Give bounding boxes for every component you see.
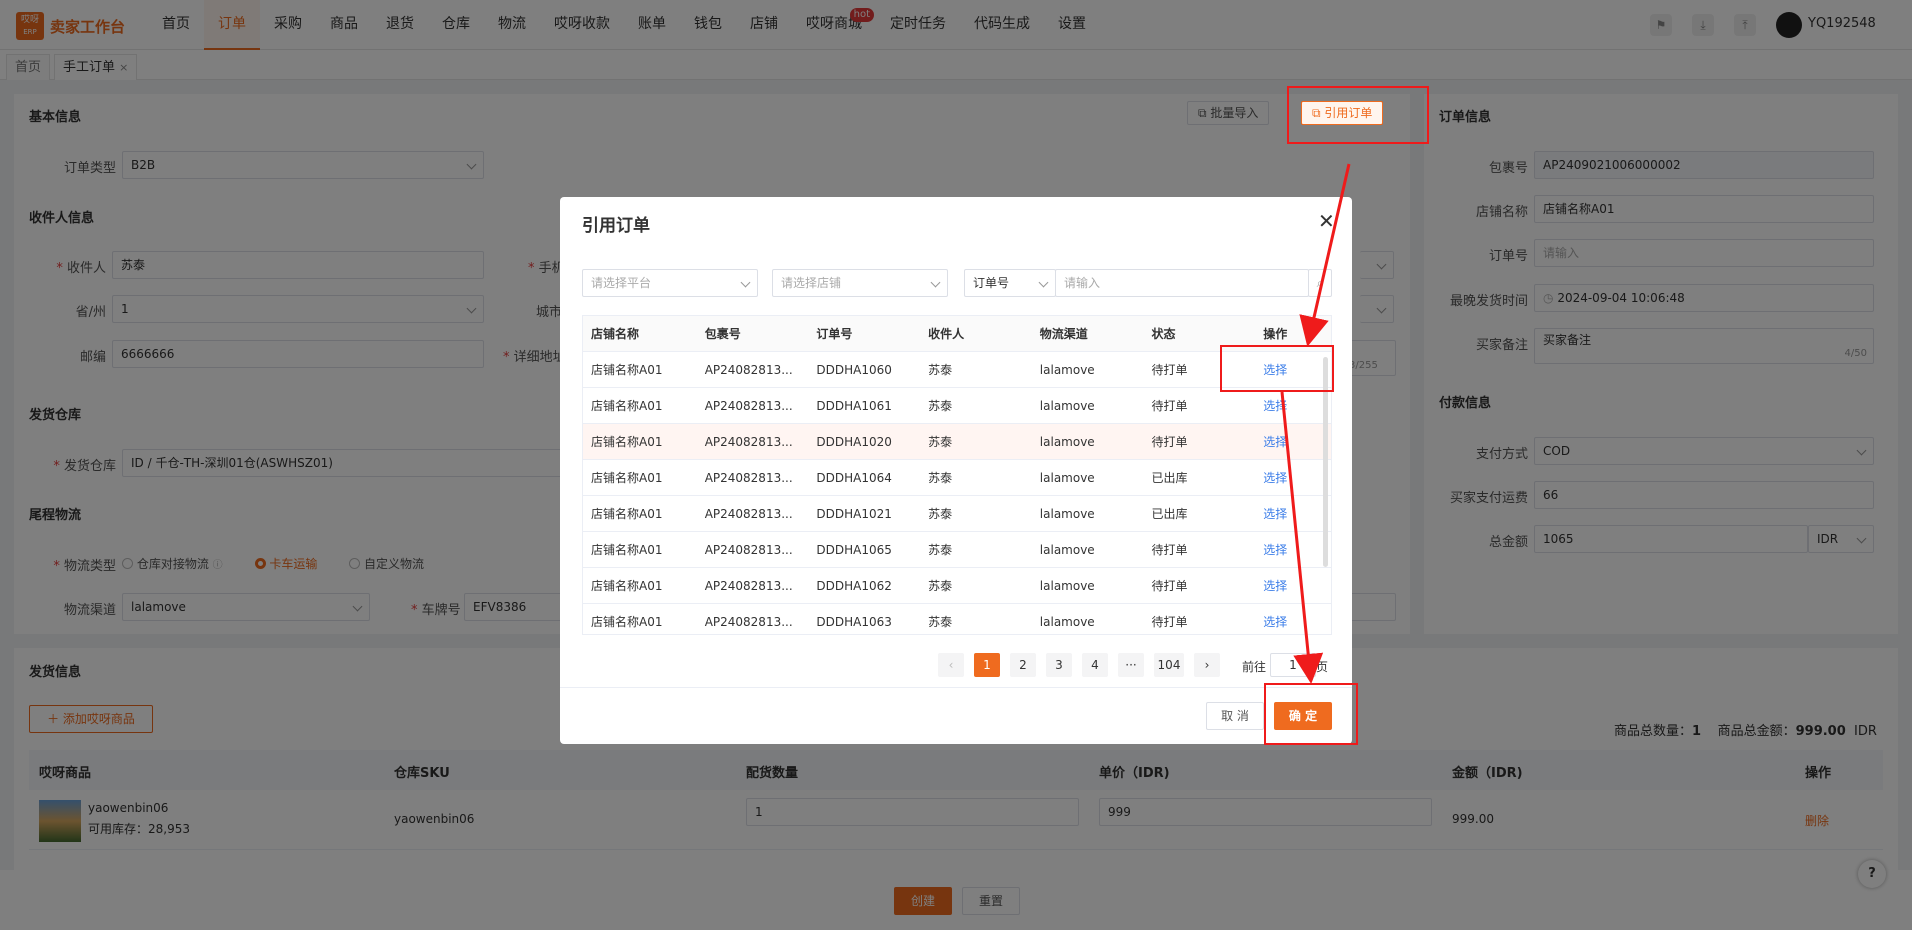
- arrow-2: [1280, 391, 1324, 684]
- arrow-1: [1299, 163, 1351, 347]
- annotation-arrows: [1280, 163, 1351, 684]
